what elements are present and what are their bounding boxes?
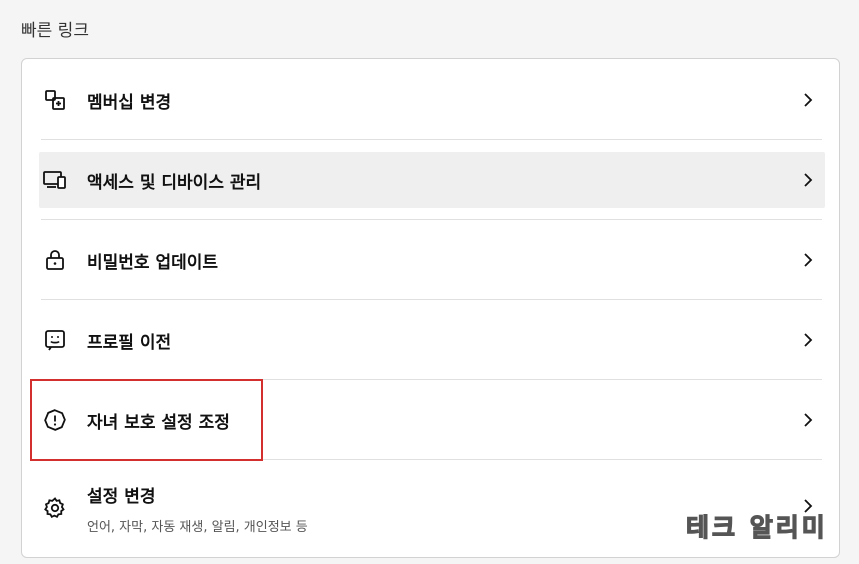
link-membership-change[interactable]: 멤버십 변경 (39, 72, 825, 128)
divider (41, 139, 822, 140)
membership-change-icon (42, 87, 68, 113)
chevron-right-icon (804, 253, 813, 267)
section-title: 빠른 링크 (21, 21, 89, 41)
link-access-devices[interactable]: 액세스 및 디바이스 관리 (39, 152, 825, 208)
quick-links-page: 빠른 링크 멤버십 변경 액세스 및 디바이스 관리 비밀번호 업데이트 프로필… (0, 0, 859, 564)
link-label: 비밀번호 업데이트 (87, 252, 219, 273)
chevron-right-icon (804, 93, 813, 107)
link-label: 액세스 및 디바이스 관리 (87, 172, 262, 193)
link-label: 프로필 이전 (87, 332, 172, 353)
link-label: 멤버십 변경 (87, 92, 172, 113)
chevron-right-icon (804, 173, 813, 187)
link-label: 설정 변경 (87, 486, 156, 507)
link-text-group: 설정 변경 언어, 자막, 자동 재생, 알림, 개인정보 등 (87, 482, 308, 535)
divider (41, 299, 822, 300)
highlight-annotation-box (30, 379, 263, 461)
gear-icon (42, 495, 68, 521)
chevron-right-icon (804, 333, 813, 347)
lock-icon (42, 247, 68, 273)
link-sublabel: 언어, 자막, 자동 재생, 알림, 개인정보 등 (87, 519, 308, 535)
link-profile-transfer[interactable]: 프로필 이전 (39, 312, 825, 368)
divider (41, 219, 822, 220)
profile-transfer-icon (42, 327, 68, 353)
chevron-right-icon (804, 413, 813, 427)
watermark: 테크 알리미 (685, 512, 828, 542)
devices-icon (42, 167, 68, 193)
quick-links-card: 멤버십 변경 액세스 및 디바이스 관리 비밀번호 업데이트 프로필 이전 자녀… (21, 58, 840, 558)
link-password-update[interactable]: 비밀번호 업데이트 (39, 232, 825, 288)
